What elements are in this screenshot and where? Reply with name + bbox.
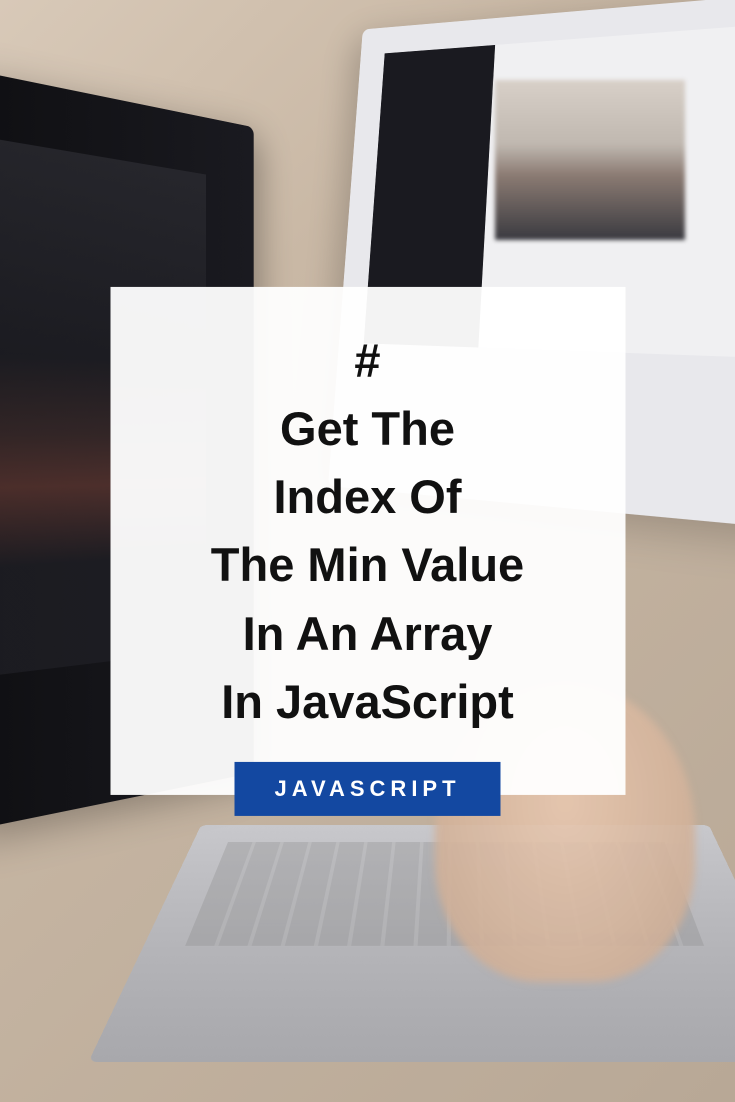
article-title: # Get The Index Of The Min Value In An A… [140, 327, 595, 736]
category-tag: JAVASCRIPT [234, 762, 500, 816]
title-card: # Get The Index Of The Min Value In An A… [110, 287, 625, 795]
laptop-right-screen-photo [495, 80, 685, 240]
